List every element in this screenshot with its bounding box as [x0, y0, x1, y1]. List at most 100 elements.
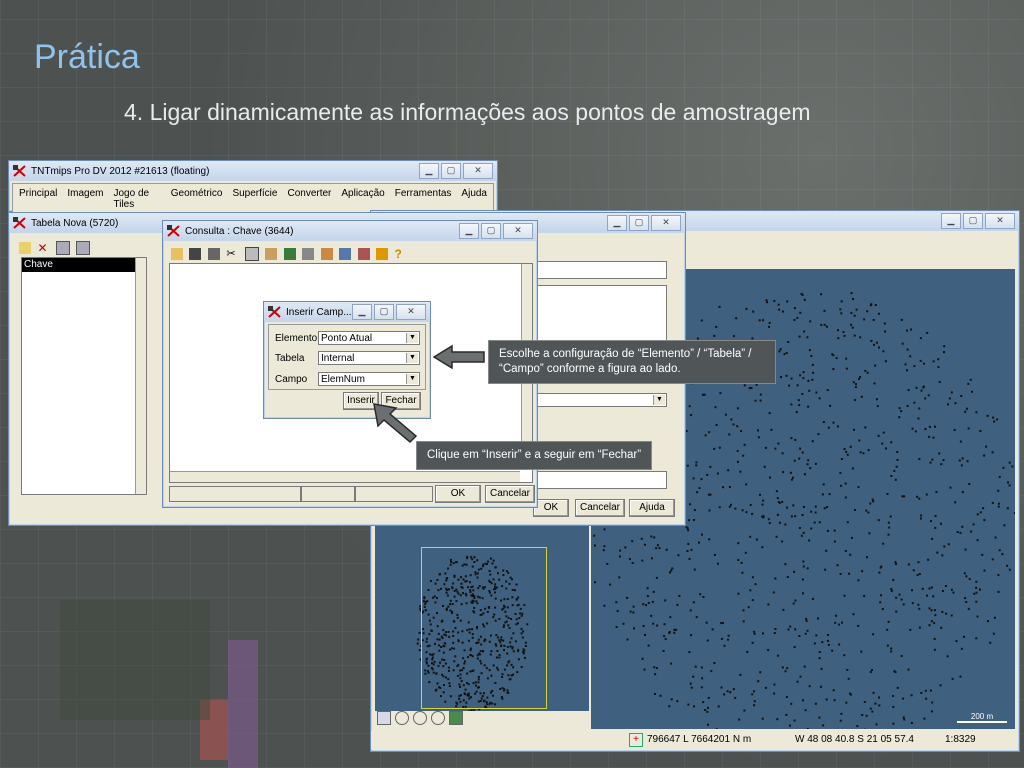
sample-point — [721, 622, 724, 624]
insert-field-icon[interactable] — [320, 247, 333, 260]
sample-point — [670, 569, 673, 572]
minimize-button[interactable]: ▁ — [419, 163, 439, 179]
menu-ferramentas[interactable]: Ferramentas — [395, 188, 452, 210]
tabela-maximize-button[interactable]: ▢ — [629, 215, 649, 231]
tabela-cancel-button[interactable]: Cancelar — [575, 499, 625, 517]
sample-point — [907, 668, 910, 671]
sample-point — [713, 662, 716, 664]
sample-point — [853, 314, 856, 317]
sample-point — [818, 397, 821, 400]
sample-point — [886, 644, 889, 647]
inserir-maximize-button[interactable]: ▢ — [374, 304, 394, 320]
tabela-help-button[interactable]: Ajuda — [629, 499, 675, 517]
delete-field-icon[interactable]: ✕ — [37, 242, 49, 254]
consulta-minimize-button[interactable]: ▁ — [459, 223, 479, 239]
consulta-close-button[interactable]: ✕ — [503, 223, 533, 239]
overview-map[interactable] — [375, 521, 589, 711]
sample-point — [792, 504, 795, 507]
copy-icon[interactable] — [244, 246, 259, 261]
close-button[interactable]: ✕ — [463, 163, 493, 179]
map-maximize-button[interactable]: ▢ — [963, 213, 983, 229]
tabela-minimize-button[interactable]: ▁ — [607, 215, 627, 231]
menu-geometrico[interactable]: Geométrico — [171, 188, 223, 210]
field-list-scrollbar[interactable] — [135, 258, 146, 494]
sample-point — [654, 693, 656, 695]
sample-point — [706, 473, 709, 476]
open-icon[interactable] — [171, 247, 183, 260]
menu-imagem[interactable]: Imagem — [67, 188, 103, 210]
zoom-out-icon[interactable] — [413, 711, 427, 725]
sample-point — [859, 336, 862, 339]
map-close-button[interactable]: ✕ — [985, 213, 1015, 229]
menu-ajuda[interactable]: Ajuda — [461, 188, 487, 210]
menu-superficie[interactable]: Superfície — [232, 188, 277, 210]
sample-point — [917, 603, 920, 606]
find-icon[interactable] — [283, 247, 296, 260]
menu-converter[interactable]: Converter — [287, 188, 331, 210]
menu-jogo-de-tiles[interactable]: Jogo de Tiles — [113, 188, 160, 210]
tabela-ok-button[interactable]: OK — [533, 499, 569, 517]
sample-point — [671, 567, 674, 570]
map-minimize-button[interactable]: ▁ — [941, 213, 961, 229]
help-icon[interactable]: ? — [394, 248, 406, 260]
sample-point — [831, 649, 834, 652]
sample-point — [811, 440, 814, 443]
zoom-in-icon[interactable] — [395, 711, 409, 725]
inserir-minimize-button[interactable]: ▁ — [352, 304, 372, 320]
sample-point — [981, 553, 984, 556]
save-as-icon[interactable] — [207, 247, 220, 260]
layer-list-icon[interactable] — [377, 711, 391, 725]
tabela-right-dropdown[interactable]: ▼ — [537, 393, 667, 407]
sample-point — [983, 454, 986, 457]
paste-icon[interactable] — [265, 247, 278, 260]
sample-point — [786, 576, 789, 578]
consulta-titlebar[interactable]: Consulta : Chave (3644) ▁ ▢ ✕ — [163, 221, 537, 241]
sample-point — [987, 620, 989, 623]
sample-point — [792, 602, 795, 605]
tabela-close-button[interactable]: ✕ — [651, 215, 681, 231]
menu-principal[interactable]: Principal — [19, 188, 57, 210]
consulta-cancel-button[interactable]: Cancelar — [485, 485, 535, 503]
save-icon[interactable] — [189, 247, 202, 260]
table-icon[interactable] — [55, 240, 70, 255]
consulta-maximize-button[interactable]: ▢ — [481, 223, 501, 239]
full-view-icon[interactable] — [449, 711, 463, 725]
zoom-icon[interactable] — [431, 711, 445, 725]
sample-point — [911, 427, 914, 430]
verify-icon[interactable] — [357, 247, 370, 260]
sample-point — [840, 300, 843, 303]
sample-point — [693, 509, 696, 512]
sample-point — [795, 411, 798, 414]
sample-point — [768, 522, 771, 525]
sample-point — [832, 368, 835, 371]
run-icon[interactable] — [339, 247, 352, 260]
sample-point — [942, 459, 945, 462]
debug-icon[interactable] — [375, 247, 388, 260]
field-list-item-chave[interactable]: Chave — [22, 258, 136, 272]
query-editor-hscroll[interactable] — [170, 471, 520, 482]
sample-point — [695, 616, 698, 619]
table-dropdown[interactable]: Internal ▼ — [318, 351, 420, 365]
inserir-close-button[interactable]: ✕ — [396, 304, 426, 320]
sample-point — [754, 583, 757, 586]
maximize-button[interactable]: ▢ — [441, 163, 461, 179]
sample-point — [826, 639, 829, 642]
sample-point — [1006, 507, 1009, 510]
cut-icon[interactable]: ✂ — [226, 248, 238, 260]
main-window: TNTmips Pro DV 2012 #21613 (floating) ▁ … — [8, 160, 498, 215]
inserir-titlebar[interactable]: Inserir Camp... ▁ ▢ ✕ — [264, 302, 430, 322]
field-dropdown[interactable]: ElemNum ▼ — [318, 372, 420, 386]
sample-point — [949, 486, 952, 489]
list-icon[interactable] — [302, 247, 315, 260]
sample-point — [893, 469, 896, 472]
consulta-ok-button[interactable]: OK — [435, 485, 481, 503]
main-window-titlebar[interactable]: TNTmips Pro DV 2012 #21613 (floating) ▁ … — [9, 161, 497, 181]
sample-point — [664, 638, 667, 641]
sample-point — [964, 410, 967, 413]
element-dropdown[interactable]: Ponto Atual ▼ — [318, 331, 420, 345]
menu-aplicacao[interactable]: Aplicação — [341, 188, 384, 210]
field-list[interactable]: Chave — [21, 257, 147, 495]
sample-point — [954, 501, 957, 504]
table-edit-icon[interactable] — [76, 240, 91, 255]
add-field-icon[interactable] — [19, 241, 31, 254]
